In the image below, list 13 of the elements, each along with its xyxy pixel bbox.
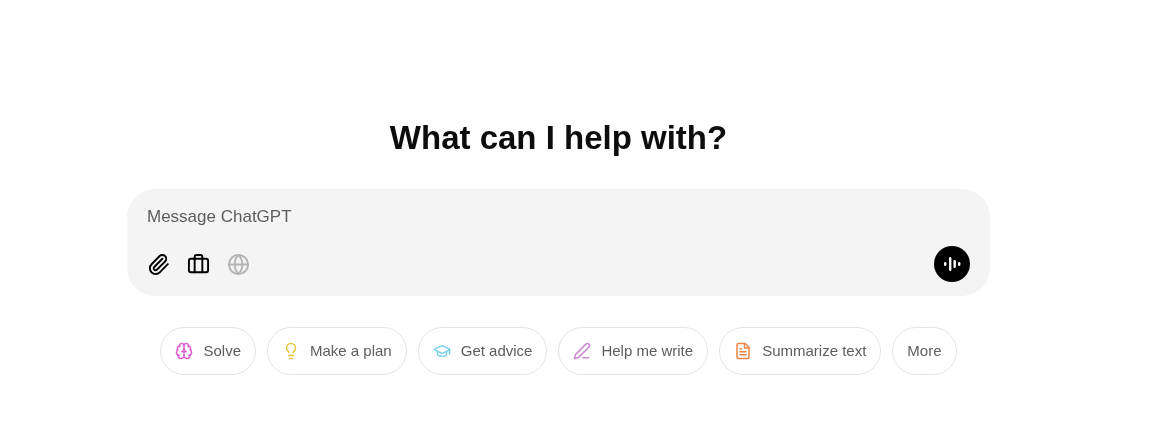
voice-button[interactable] [934, 246, 970, 282]
page-heading: What can I help with? [389, 118, 728, 158]
suggestion-chip[interactable]: Solve [160, 327, 256, 375]
message-input[interactable]: Message ChatGPT [147, 204, 970, 230]
suggestion-chip[interactable]: Help me write [558, 327, 709, 375]
suggestion-chip[interactable]: Summarize text [719, 327, 882, 375]
paperclip-button[interactable] [147, 252, 170, 276]
message-composer[interactable]: Message ChatGPT [127, 189, 990, 296]
waveform-icon [942, 256, 962, 272]
toolbox-button[interactable] [187, 252, 210, 276]
suggestion-chip[interactable]: Make a plan [267, 327, 407, 375]
suggestion-chip[interactable]: More [892, 327, 957, 375]
suggestion-chip[interactable]: Get advice [417, 327, 548, 375]
